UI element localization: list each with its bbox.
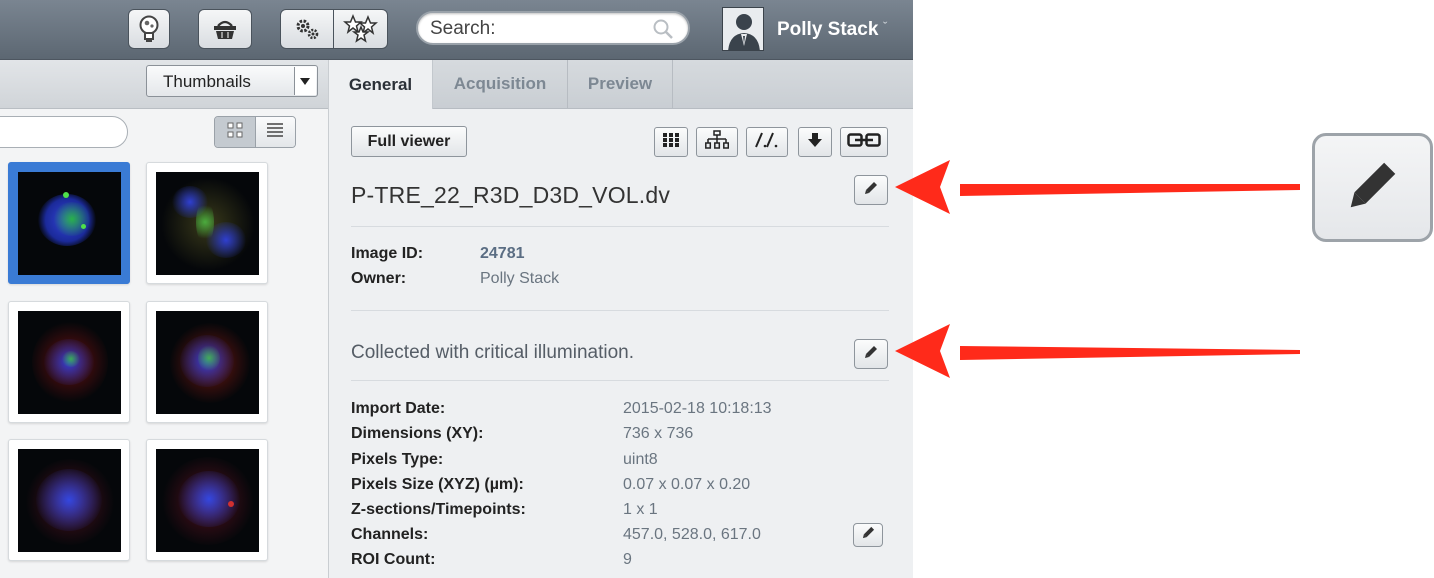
search-icon[interactable] [652, 18, 674, 45]
image-thumbnail[interactable] [146, 162, 268, 284]
user-name[interactable]: Polly Stack [777, 19, 878, 41]
thumbnail-panel-header: Thumbnails [0, 60, 328, 109]
roi-count-label: ROI Count: [351, 551, 436, 568]
filter-input[interactable] [0, 116, 128, 148]
thumbnail-image [156, 172, 259, 275]
image-description: Collected with critical illumination. [351, 342, 634, 363]
thumbnail-image [18, 311, 121, 414]
import-date-value: 2015-02-18 10:18:13 [623, 400, 772, 417]
image-thumbnail[interactable] [8, 439, 130, 561]
thumbnail-image [18, 449, 121, 552]
metadata-tabs: General Acquisition Preview [329, 60, 913, 109]
link-path-icon [753, 132, 781, 153]
image-thumbnail[interactable] [146, 439, 268, 561]
pixels-type-label: Pixels Type: [351, 451, 444, 468]
tab-preview[interactable]: Preview [568, 60, 673, 108]
user-avatar-icon[interactable] [722, 7, 764, 51]
scripts-button[interactable] [333, 9, 388, 49]
tab-acquisition[interactable]: Acquisition [433, 60, 568, 108]
grid-view-button[interactable] [654, 127, 688, 157]
z-sections-label: Z-sections/Timepoints: [351, 501, 526, 518]
view-mode-value: Thumbnails [163, 72, 251, 91]
roi-count-value: 9 [623, 551, 632, 568]
divider [351, 226, 889, 227]
z-sections-value: 1 x 1 [623, 501, 658, 518]
edit-name-button[interactable] [854, 175, 888, 205]
search-box[interactable] [416, 11, 690, 45]
omero-web-app: Polly Stack ˇ Thumbnails [0, 0, 913, 578]
import-date-label: Import Date: [351, 400, 446, 417]
top-toolbar: Polly Stack ˇ [0, 0, 913, 60]
metadata-panel: General Acquisition Preview Full viewer [329, 60, 913, 578]
dimensions-value: 736 x 736 [623, 425, 694, 442]
view-mode-select[interactable]: Thumbnails [146, 65, 318, 97]
path-link-button[interactable] [746, 127, 788, 157]
channels-label: Channels: [351, 526, 429, 543]
image-id-label: Image ID: [351, 245, 424, 262]
full-viewer-button[interactable]: Full viewer [351, 126, 467, 157]
arrow-to-description-edit [895, 324, 1300, 378]
thumbnail-image [156, 449, 259, 552]
arrow-to-name-edit [895, 160, 1300, 214]
image-thumbnail[interactable] [146, 301, 268, 423]
edit-description-button[interactable] [854, 339, 888, 369]
pencil-icon [1347, 159, 1399, 216]
pencil-icon [864, 181, 878, 200]
chevron-down-icon[interactable]: ˇ [883, 19, 887, 34]
pixels-type-value: uint8 [623, 451, 658, 468]
pencil-icon [862, 526, 875, 544]
download-button[interactable] [798, 127, 832, 157]
divider [351, 310, 889, 311]
settings-gears-icon [294, 17, 320, 41]
list-layout-button[interactable] [255, 117, 295, 147]
chain-link-icon [847, 132, 881, 153]
hierarchy-icon [705, 129, 730, 155]
lightbulb-button[interactable] [128, 9, 170, 49]
image-id-value: 24781 [480, 245, 525, 262]
download-icon [807, 132, 823, 153]
thumbnail-image [156, 311, 259, 414]
image-thumbnail[interactable] [8, 301, 130, 423]
layout-toggle [214, 116, 296, 148]
basket-button[interactable] [198, 9, 252, 49]
thumbnail-image [18, 172, 121, 275]
grid-icon [662, 132, 680, 153]
tab-general[interactable]: General [329, 60, 433, 109]
owner-value: Polly Stack [480, 270, 560, 287]
settings-button[interactable] [280, 9, 334, 49]
owner-label: Owner: [351, 270, 407, 287]
image-thumbnail[interactable] [8, 162, 130, 284]
search-input[interactable] [428, 16, 652, 42]
pencil-icon [864, 345, 878, 364]
dimensions-label: Dimensions (XY): [351, 425, 484, 442]
copy-link-button[interactable] [840, 127, 888, 157]
channels-value: 457.0, 528.0, 617.0 [623, 526, 761, 543]
list-icon [266, 122, 284, 143]
scripts-stars-icon [342, 14, 379, 44]
zoomed-edit-button [1312, 133, 1433, 242]
thumbnail-panel: Thumbnails [0, 60, 329, 578]
chevron-down-icon [294, 67, 316, 95]
pixels-size-label: Pixels Size (XYZ) (µm): [351, 476, 524, 493]
image-file-name: P-TRE_22_R3D_D3D_VOL.dv [351, 182, 671, 208]
edit-channels-button[interactable] [853, 523, 883, 547]
basket-icon [212, 18, 238, 40]
grid-icon [227, 122, 243, 143]
grid-layout-button[interactable] [215, 117, 256, 147]
hierarchy-button[interactable] [696, 127, 738, 157]
pixels-size-value: 0.07 x 0.07 x 0.20 [623, 476, 751, 493]
lightbulb-icon [138, 15, 160, 43]
divider [351, 380, 889, 381]
